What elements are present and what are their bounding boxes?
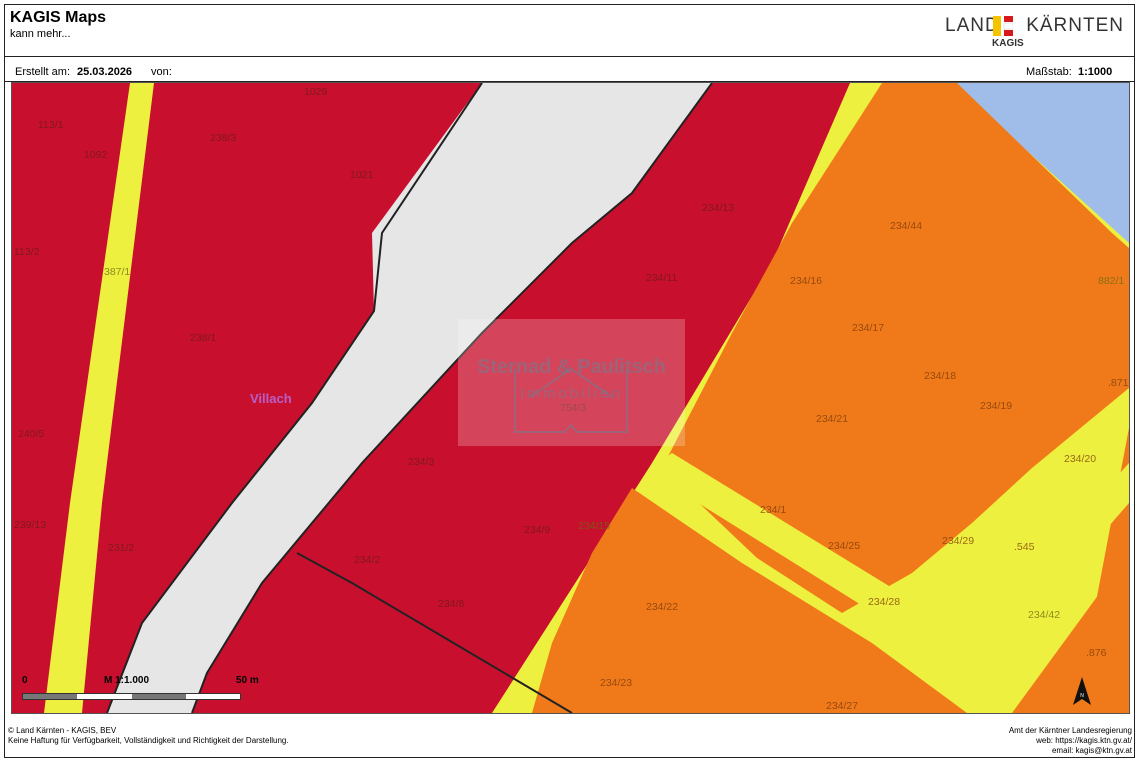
app-title: KAGIS Maps bbox=[10, 9, 107, 26]
parcel-label: 231/2 bbox=[108, 542, 134, 554]
footer-disclaimer: Keine Haftung für Verfügbarkeit, Vollstä… bbox=[8, 736, 289, 745]
scale-bar: 0 M 1:1.000 50 m bbox=[22, 675, 262, 707]
watermark: Sternad & Paulitsch Immobilien bbox=[458, 319, 685, 446]
parcel-label: 239/13 bbox=[14, 519, 46, 531]
parcel-label: 234/17 bbox=[852, 322, 884, 334]
parcel-label: 234/3 bbox=[408, 456, 434, 468]
parcel-label: 1092 bbox=[84, 149, 108, 161]
parcel-label: 113/1 bbox=[38, 119, 64, 131]
app-subtitle: kann mehr... bbox=[10, 28, 71, 40]
parcel-label: .876 bbox=[1086, 647, 1107, 659]
scale-value: 1:1000 bbox=[1078, 66, 1113, 78]
parcel-label: 238/1 bbox=[190, 332, 216, 344]
parcel-label: 234/23 bbox=[600, 677, 632, 689]
parcel-label: 234/28 bbox=[868, 596, 900, 608]
parcel-label: 238/3 bbox=[210, 132, 236, 144]
parcel-label: 1029 bbox=[304, 86, 328, 98]
created-label: Erstellt am: bbox=[15, 66, 71, 78]
parcel-label: 234/18 bbox=[924, 370, 956, 382]
footer-office: Amt der Kärntner Landesregierung bbox=[1008, 726, 1132, 735]
parcel-label: 234/15 bbox=[578, 520, 610, 532]
created-date: 25.03.2026 bbox=[77, 66, 133, 78]
parcel-label: 234/20 bbox=[1064, 453, 1096, 465]
parcel-label: 234/2 bbox=[354, 554, 380, 566]
parcel-label: 234/21 bbox=[816, 413, 848, 425]
parcel-label: 882/1 bbox=[1098, 275, 1124, 287]
parcel-label: 234/9 bbox=[524, 524, 550, 536]
parcel-label: 234/13 bbox=[702, 202, 734, 214]
parcel-label: 234/25 bbox=[828, 540, 860, 552]
from-label: von: bbox=[151, 66, 172, 78]
scale-end: 50 m bbox=[236, 675, 259, 686]
parcel-label: 234/44 bbox=[890, 220, 922, 232]
scale-middle: M 1:1.000 bbox=[104, 675, 150, 686]
footer-left: © Land Kärnten - KAGIS, BEV Keine Haftun… bbox=[8, 726, 289, 746]
svg-text:N: N bbox=[1080, 693, 1084, 699]
parcel-label: 234/8 bbox=[438, 598, 464, 610]
carinthia-emblem-icon bbox=[993, 16, 1013, 36]
north-arrow-icon: N bbox=[1073, 677, 1091, 705]
scale-zero: 0 bbox=[22, 675, 28, 686]
parcel-label: 234/27 bbox=[826, 700, 858, 712]
footer-right: Amt der Kärntner Landesregierung web: ht… bbox=[1009, 726, 1132, 756]
scale-ruler bbox=[22, 693, 241, 700]
watermark-line2: Immobilien bbox=[520, 385, 623, 402]
land-kaernten-logo: LAND KÄRNTEN KAGIS bbox=[934, 11, 1124, 55]
logo-text-kaernten: KÄRNTEN bbox=[1026, 15, 1124, 36]
parcel-label: 234/16 bbox=[790, 275, 822, 287]
map-canvas[interactable]: 113/1 1092 1029 238/3 1021 113/2 387/1 238/1 240… bbox=[11, 82, 1130, 714]
meta-bar: Erstellt am: 25.03.2026 von: Maßstab: 1:… bbox=[5, 57, 1134, 82]
parcel-label: 234/22 bbox=[646, 601, 678, 613]
parcel-label: 113/2 bbox=[14, 246, 40, 258]
parcel-label: 234/1 bbox=[760, 504, 786, 516]
parcel-label: 1021 bbox=[350, 169, 374, 181]
parcel-label: .871 bbox=[1108, 377, 1129, 389]
parcel-label: 234/29 bbox=[942, 535, 974, 547]
parcel-label: 234/11 bbox=[646, 272, 677, 284]
logo-text-kagis: KAGIS bbox=[992, 38, 1024, 49]
footer-email[interactable]: email: kagis@ktn.gv.at bbox=[1009, 746, 1132, 756]
parcel-label: 234/42 bbox=[1028, 609, 1060, 621]
parcel-label: .545 bbox=[1014, 541, 1035, 553]
logo-text-land: LAND bbox=[945, 15, 1000, 36]
parcel-label: 240/5 bbox=[18, 428, 44, 440]
parcel-label: 387/1 bbox=[104, 266, 130, 278]
footer-web[interactable]: web: https://kagis.ktn.gv.at/ bbox=[1009, 736, 1132, 746]
footer-copyright: © Land Kärnten - KAGIS, BEV bbox=[8, 726, 117, 735]
watermark-line1: Sternad & Paulitsch bbox=[477, 356, 666, 378]
header: KAGIS Maps kann mehr... LAND KÄRNTEN KAG… bbox=[5, 5, 1134, 57]
place-name-villach: Villach bbox=[250, 391, 292, 406]
scale-label: Maßstab: bbox=[1026, 66, 1072, 78]
parcel-label: 234/19 bbox=[980, 400, 1012, 412]
